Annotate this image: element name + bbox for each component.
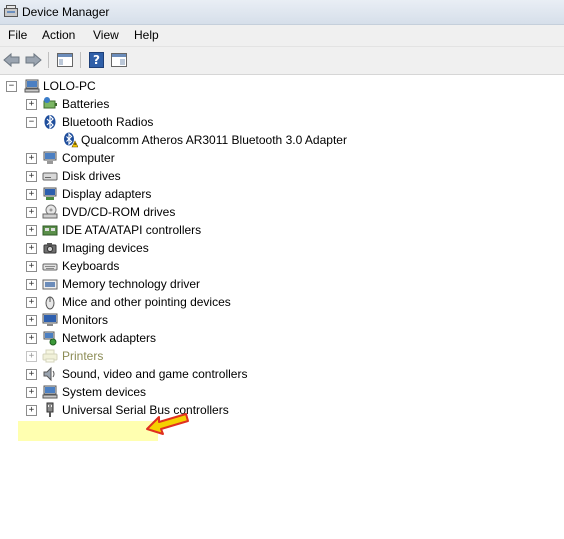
tree-item-label: System devices xyxy=(62,385,147,399)
toolbar: ? xyxy=(0,47,564,75)
tree-item[interactable]: Qualcomm Atheros AR3011 Bluetooth 3.0 Ad… xyxy=(62,131,462,149)
tree-item-label: DVD/CD-ROM drives xyxy=(62,205,176,219)
menu-file[interactable]: File xyxy=(6,28,29,42)
monitor-icon xyxy=(42,313,58,326)
network-icon xyxy=(43,331,57,346)
tree-item[interactable]: + Computer xyxy=(26,149,426,167)
tree-item[interactable]: + IDE ATA/ATAPI controllers xyxy=(26,221,426,239)
tree-item[interactable]: + Sound, video and game controllers xyxy=(26,365,426,383)
tree-item[interactable]: + Monitors xyxy=(26,311,426,329)
tree-item-label: Printers xyxy=(62,349,104,363)
battery-icon xyxy=(43,97,57,109)
tree-item-label: Memory technology driver xyxy=(62,277,201,291)
camera-icon xyxy=(43,243,57,254)
tree-item-label: Display adapters xyxy=(62,187,152,201)
help-icon[interactable]: ? xyxy=(87,51,107,69)
keyboard-icon xyxy=(42,263,58,271)
svg-text:?: ? xyxy=(93,53,100,67)
device-tree: − LOLO-PC + Batteries − Bluetooth Radios Qua… xyxy=(0,75,564,539)
disk-drive-icon xyxy=(42,172,58,181)
menu-view[interactable]: View xyxy=(91,28,121,42)
expand-icon[interactable]: + xyxy=(26,99,37,110)
tree-item-label: Computer xyxy=(62,151,115,165)
menu-action[interactable]: Action xyxy=(40,28,77,42)
menu-bar: File Action View Help xyxy=(0,25,564,47)
expand-icon[interactable]: + xyxy=(26,243,37,254)
window-title: Device Manager xyxy=(22,5,110,19)
computer-name: LOLO-PC xyxy=(43,79,96,93)
memory-icon xyxy=(42,279,58,290)
usb-icon xyxy=(46,402,54,417)
expand-icon[interactable]: + xyxy=(26,189,37,200)
tree-root[interactable]: − LOLO-PC xyxy=(6,77,206,95)
expand-icon[interactable]: + xyxy=(26,369,37,380)
expand-icon[interactable]: + xyxy=(26,315,37,326)
speaker-icon xyxy=(43,366,55,382)
toolbar-separator xyxy=(48,52,49,68)
expand-icon[interactable]: + xyxy=(26,261,37,272)
show-hide-console-tree-icon[interactable] xyxy=(55,51,75,69)
tree-item[interactable]: + Batteries xyxy=(26,95,426,113)
computer-icon xyxy=(24,79,40,93)
mouse-icon xyxy=(45,296,55,310)
expand-icon[interactable]: + xyxy=(26,207,37,218)
tree-item[interactable]: + Mice and other pointing devices xyxy=(26,293,426,311)
display-adapter-icon xyxy=(43,187,57,200)
tree-item-label: Sound, video and game controllers xyxy=(62,367,248,381)
tree-item-label: Network adapters xyxy=(62,331,157,345)
expand-icon[interactable]: + xyxy=(26,225,37,236)
collapse-icon[interactable]: − xyxy=(6,81,17,92)
computer-icon xyxy=(43,151,57,164)
tree-item[interactable]: + Disk drives xyxy=(26,167,426,185)
annotation-arrow-icon xyxy=(146,413,189,435)
bluetooth-icon xyxy=(44,114,56,130)
tree-item-label: Monitors xyxy=(62,313,109,327)
properties-view-icon[interactable] xyxy=(109,51,129,69)
forward-arrow-icon[interactable] xyxy=(23,51,43,69)
ide-controller-icon xyxy=(42,225,58,236)
tree-item[interactable]: + Imaging devices xyxy=(26,239,426,257)
tree-item[interactable]: + Network adapters xyxy=(26,329,426,347)
title-bar: Device Manager xyxy=(0,0,564,25)
tree-item[interactable]: + Keyboards xyxy=(26,257,426,275)
tree-item-label: Bluetooth Radios xyxy=(62,115,154,129)
tree-item[interactable]: + Universal Serial Bus controllers xyxy=(26,401,426,419)
tree-item-label: Batteries xyxy=(62,97,110,111)
expand-icon[interactable]: + xyxy=(26,333,37,344)
system-devices-icon xyxy=(42,385,58,399)
expand-icon[interactable]: + xyxy=(26,153,37,164)
tree-item-label: Imaging devices xyxy=(62,241,149,255)
tree-item-label: Qualcomm Atheros AR3011 Bluetooth 3.0 Ad… xyxy=(81,133,347,147)
menu-help[interactable]: Help xyxy=(132,28,161,42)
device-manager-icon xyxy=(4,5,18,17)
printer-icon xyxy=(42,349,58,363)
tree-item[interactable]: + Display adapters xyxy=(26,185,426,203)
expand-icon[interactable]: + xyxy=(26,351,37,362)
tree-item[interactable]: + DVD/CD-ROM drives xyxy=(26,203,426,221)
tree-item-label: Keyboards xyxy=(62,259,120,273)
expand-icon[interactable]: + xyxy=(26,171,37,182)
expand-icon[interactable]: + xyxy=(26,405,37,416)
tree-item[interactable]: + Printers xyxy=(26,347,426,365)
dvd-drive-icon xyxy=(42,204,58,219)
back-arrow-icon[interactable] xyxy=(2,51,22,69)
tree-item-label: Mice and other pointing devices xyxy=(62,295,231,309)
printers-highlight xyxy=(18,421,158,441)
tree-item[interactable]: + Memory technology driver xyxy=(26,275,426,293)
bluetooth-warning-icon xyxy=(64,132,78,148)
tree-item-label: Disk drives xyxy=(62,169,121,183)
tree-item[interactable]: + System devices xyxy=(26,383,426,401)
tree-item-label: IDE ATA/ATAPI controllers xyxy=(62,223,202,237)
tree-item[interactable]: − Bluetooth Radios xyxy=(26,113,426,131)
toolbar-separator xyxy=(80,52,81,68)
collapse-icon[interactable]: − xyxy=(26,117,37,128)
expand-icon[interactable]: + xyxy=(26,279,37,290)
expand-icon[interactable]: + xyxy=(26,387,37,398)
expand-icon[interactable]: + xyxy=(26,297,37,308)
